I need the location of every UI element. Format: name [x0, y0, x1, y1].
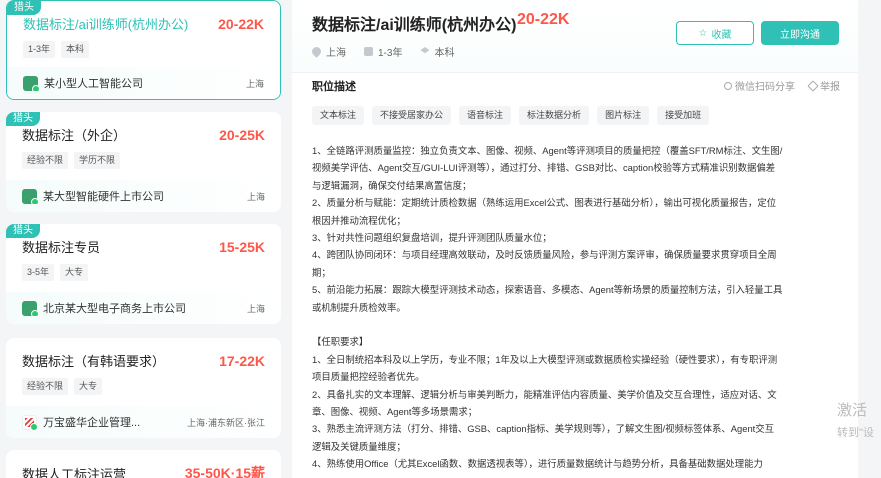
company-logo-icon	[23, 75, 40, 91]
company-row: 某大型智能硬件上市公司 上海	[6, 180, 281, 212]
job-tag: 学历不限	[74, 152, 121, 169]
company-logo-icon	[22, 300, 39, 316]
description-line: 1、全链路评测质量监控：独立负责文本、图像、视频、Agent等评测项目的质量把控…	[312, 145, 783, 156]
detail-title: 数据标注/ai训练师(杭州办公)	[312, 17, 517, 34]
company-row: 北京某大型电子商务上市公司 上海	[6, 292, 281, 324]
skill-tag: 不接受居家办公	[372, 106, 452, 125]
job-tag: 1-3年	[23, 41, 56, 58]
description-line: 视频美学评估、Agent交互/GUI-LUI评测等），通过打分、排错、GSB对比…	[312, 162, 776, 174]
skill-tag: 语音标注	[459, 106, 512, 125]
warning-icon	[807, 79, 819, 92]
description-line: 2、质量分析与赋能：定期统计质检数据（熟练运用Excel公式、图表进行基础分析）…	[312, 197, 777, 209]
job-salary: 20-22K	[218, 15, 264, 32]
job-salary: 17-22K	[219, 352, 265, 369]
job-city: 上海·浦东新区·张江	[187, 417, 265, 428]
detail-salary: 20-22K	[517, 11, 570, 28]
job-city: 上海	[246, 191, 265, 202]
requirements-heading: 【任职要求】	[312, 336, 369, 348]
company-row: 万宝盛华企业管理... 上海·浦东新区·张江	[6, 406, 281, 438]
company-name: 北京某大型电子商务上市公司	[43, 303, 186, 315]
company-name: 某小型人工智能公司	[44, 78, 143, 90]
description-line: 3、熟悉主流评测方法（打分、排错、GSB、caption指标、美学规则等），了解…	[312, 423, 775, 435]
description-line: 或机制提升质检效率。	[312, 301, 406, 313]
job-title: 数据标注（外企）	[22, 128, 127, 143]
job-card[interactable]: 猎头 数据标注（外企） 20-25K 经验不限 学历不限 某大型智能硬件上市公司…	[6, 112, 281, 212]
description-line: 4、熟练使用Office（尤其Excel函数、数据透视表等），进行质量数据统计与…	[312, 458, 763, 470]
headhunter-badge: 猎头	[7, 1, 41, 15]
favorite-button[interactable]: ☆ 收藏	[676, 21, 754, 45]
description-line: 1、全日制统招本科及以上学历，专业不限；1年及以上大模型评测或数据质检实操经验（…	[312, 353, 778, 365]
chat-now-button[interactable]: 立即沟通	[761, 21, 839, 45]
description-line: 根因并推动流程优化；	[312, 214, 406, 226]
job-title: 数据标注专员	[22, 240, 101, 255]
detail-degree: 本科	[434, 48, 455, 59]
headhunter-badge: 猎头	[6, 224, 40, 238]
skill-tag: 图片标注	[597, 106, 650, 125]
skill-tag: 接受加班	[657, 106, 710, 125]
description-line: 2、具备扎实的文本理解、逻辑分析与审美判断力，能精准评估内容质量、美学价值及交互…	[312, 388, 777, 400]
description-line: 章、图像、视频、Agent等多场景需求；	[312, 406, 478, 418]
star-icon: ☆	[698, 27, 708, 39]
job-salary: 20-25K	[219, 126, 265, 143]
section-title: 职位描述	[312, 81, 356, 93]
description-line: 期；	[312, 266, 331, 278]
skill-tag: 标注数据分析	[519, 106, 590, 125]
headhunter-badge: 猎头	[6, 112, 40, 126]
job-card[interactable]: 数据人工标注运营 35-50K·15薪	[6, 450, 281, 478]
job-tag: 3-5年	[22, 264, 55, 281]
job-title: 数据标注（有韩语要求）	[22, 354, 166, 369]
company-name: 万宝盛华企业管理...	[43, 417, 141, 429]
job-description: 1、全链路评测质量监控：独立负责文本、图像、视频、Agent等评测项目的质量把控…	[312, 142, 842, 473]
skill-tags: 文本标注 不接受居家办公 语音标注 标注数据分析 图片标注 接受加班	[312, 106, 710, 125]
job-detail-panel: 数据标注/ai训练师(杭州办公) 20-22K 上海 1-3年 本科 ☆ 收藏 …	[292, 0, 858, 478]
graduation-cap-icon	[420, 47, 430, 54]
job-city: 上海	[245, 78, 264, 89]
description-line: 与逻辑漏洞，确保交付结果高置信度；	[312, 179, 472, 191]
windows-activation-watermark: 激活 转到"设	[837, 402, 874, 439]
company-logo-icon	[22, 414, 38, 430]
job-salary: 35-50K·15薪	[184, 465, 265, 478]
job-list: 猎头 数据标注/ai训练师(杭州办公) 20-22K 1-3年 本科 某小型人工…	[0, 0, 290, 478]
description-line: 5、前沿能力拓展：跟踪大模型评测技术动态，探索语音、多模态、Agent等新场景的…	[312, 284, 783, 296]
company-row: 某小型人工智能公司 上海	[7, 67, 280, 99]
company-name: 某大型智能硬件上市公司	[43, 191, 164, 203]
wechat-icon	[724, 81, 732, 90]
company-logo-icon	[22, 188, 39, 204]
location-icon	[310, 45, 323, 58]
description-line: 4、跨团队协同闭环：与项目经理高效联动，及时反馈质量风险，参与评测方案评审，确保…	[312, 249, 777, 261]
skill-tag: 文本标注	[312, 106, 365, 125]
job-tag: 大专	[74, 378, 103, 395]
job-tag: 大专	[60, 264, 89, 281]
job-tag: 经验不限	[22, 378, 69, 395]
description-line: 项目质量把控经验者优先。	[312, 371, 425, 383]
briefcase-icon	[364, 47, 373, 56]
job-card[interactable]: 数据标注（有韩语要求） 17-22K 经验不限 大专 万宝盛华企业管理... 上…	[6, 338, 281, 438]
detail-experience: 1-3年	[378, 48, 403, 59]
job-detail-header: 数据标注/ai训练师(杭州办公) 20-22K 上海 1-3年 本科 ☆ 收藏 …	[292, 0, 858, 73]
job-salary: 15-25K	[219, 238, 265, 255]
job-tag: 本科	[61, 41, 90, 58]
job-card[interactable]: 猎头 数据标注/ai训练师(杭州办公) 20-22K 1-3年 本科 某小型人工…	[6, 0, 281, 100]
description-line: 3、针对共性问题组织复盘培训，提升评测团队质量水位；	[312, 232, 552, 244]
job-city: 上海	[246, 303, 265, 314]
job-title: 数据标注/ai训练师(杭州办公)	[23, 17, 189, 32]
description-line: 逻辑及关键质量维度；	[312, 440, 406, 452]
job-title: 数据人工标注运营	[22, 466, 127, 478]
description-gap	[312, 316, 842, 333]
detail-city: 上海	[326, 48, 346, 59]
job-tag: 经验不限	[22, 152, 69, 169]
job-card[interactable]: 猎头 数据标注专员 15-25K 3-5年 大专 北京某大型电子商务上市公司 上…	[6, 224, 281, 324]
report-link[interactable]: 举报	[807, 78, 840, 93]
share-wechat-link[interactable]: 微信扫码分享	[724, 78, 795, 93]
